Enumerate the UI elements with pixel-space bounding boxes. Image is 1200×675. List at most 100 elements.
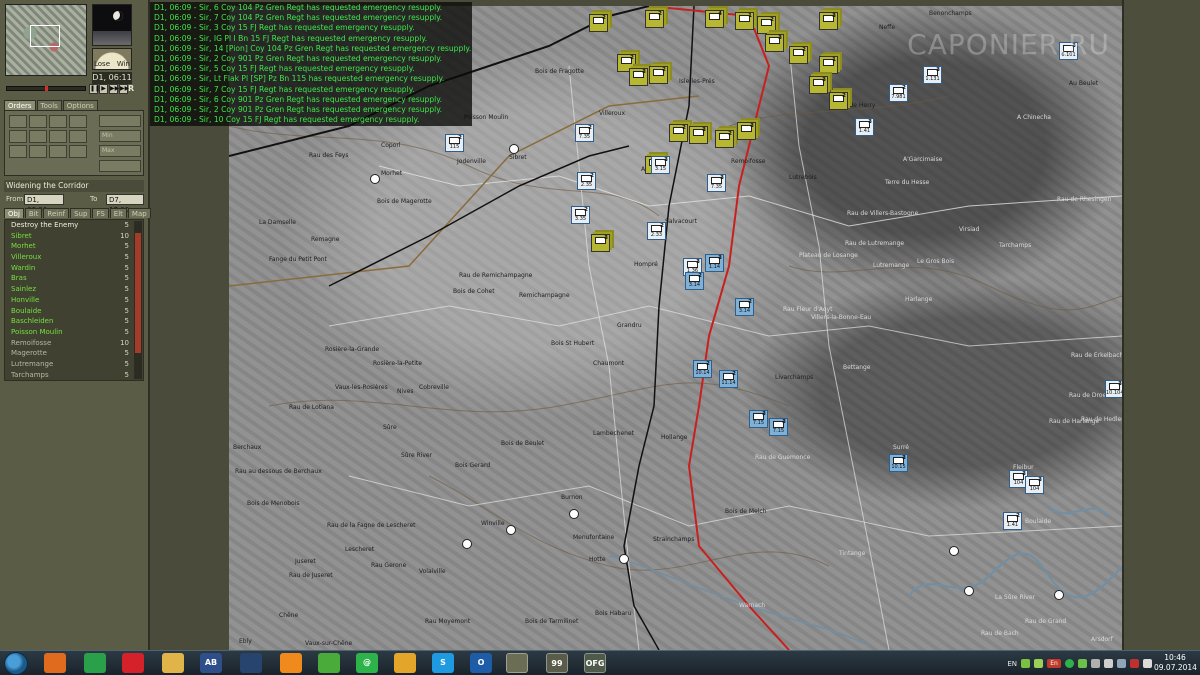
objective-row[interactable]: Lutremange 5 <box>5 359 143 370</box>
order-button[interactable] <box>9 115 27 128</box>
objective-row[interactable]: Bras 5 <box>5 273 143 284</box>
german-unit-counter[interactable]: 2 <box>645 10 664 28</box>
order-field[interactable] <box>99 115 141 127</box>
order-button[interactable] <box>29 115 47 128</box>
objective-row[interactable]: Sainlez 5 <box>5 284 143 295</box>
system-clock[interactable]: 10:46 09.07.2014 <box>1154 653 1197 673</box>
tab-elt[interactable]: Elt <box>109 208 127 218</box>
ofg-icon[interactable]: OFG <box>584 653 606 673</box>
us-unit-counter[interactable]: 3 1.14 <box>705 254 724 272</box>
us-unit-counter[interactable]: 3 7.15 <box>769 418 788 436</box>
time-slider-marker[interactable] <box>45 86 48 91</box>
app-icon[interactable]: 99 <box>546 653 568 673</box>
tab-reinf[interactable]: Reinf <box>43 208 70 218</box>
us-unit-counter[interactable]: 2 115 <box>445 134 464 152</box>
order-button[interactable] <box>29 130 47 143</box>
tab-map[interactable]: Map <box>127 208 151 218</box>
chrome-icon[interactable] <box>84 653 106 673</box>
time-slider[interactable] <box>6 86 86 91</box>
language-bar[interactable]: En <box>1047 659 1061 668</box>
outlook-icon[interactable]: O <box>470 653 492 673</box>
objective-row[interactable]: Baschleiden 5 <box>5 316 143 327</box>
max-field[interactable]: Max <box>99 145 141 157</box>
minimap[interactable] <box>5 4 87 76</box>
order-button[interactable] <box>69 115 87 128</box>
tab-tools[interactable]: Tools <box>36 100 62 110</box>
objectives-scrollbar[interactable] <box>134 221 142 379</box>
start-button[interactable] <box>4 652 28 675</box>
german-unit-counter[interactable]: 1 <box>819 56 838 74</box>
save-icon[interactable] <box>240 653 262 673</box>
disconnected-icon[interactable] <box>1130 659 1139 668</box>
objective-row[interactable]: Sibret 10 <box>5 231 143 242</box>
volume-icon[interactable] <box>1143 659 1152 668</box>
hq-marker[interactable] <box>619 554 629 564</box>
flag-icon[interactable] <box>1104 659 1113 668</box>
german-unit-counter[interactable]: 2 <box>789 46 808 64</box>
supply-point-marker[interactable] <box>509 144 519 154</box>
us-unit-counter[interactable]: 3 1.131 <box>923 66 942 84</box>
skype-icon[interactable]: S <box>432 653 454 673</box>
play-button[interactable]: ▶ <box>99 84 108 94</box>
language-indicator[interactable]: EN <box>1007 660 1017 668</box>
order-button[interactable] <box>29 145 47 158</box>
german-unit-counter[interactable]: 2 <box>669 124 688 142</box>
network-icon[interactable] <box>1021 659 1030 668</box>
us-unit-counter[interactable]: 2 3.14 <box>735 298 754 316</box>
replay-button[interactable]: R <box>128 84 138 94</box>
us-unit-counter[interactable]: 2 1.41 <box>1003 512 1022 530</box>
hq-marker[interactable] <box>964 586 974 596</box>
paint-icon[interactable] <box>394 653 416 673</box>
opera-icon[interactable] <box>122 653 144 673</box>
german-unit-counter[interactable]: 2 <box>589 14 608 32</box>
tab-orders[interactable]: Orders <box>4 100 36 110</box>
us-unit-counter[interactable]: 2 10.14 <box>693 360 712 378</box>
objective-row[interactable]: Remoifosse 10 <box>5 338 143 349</box>
tab-obj[interactable]: Obj <box>4 208 24 218</box>
order-field[interactable] <box>99 160 141 172</box>
us-unit-counter[interactable]: 3 104 <box>1025 476 1044 494</box>
objective-row[interactable]: Tarchamps 5 <box>5 370 143 380</box>
us-unit-counter[interactable]: 2 2.35 <box>577 172 596 190</box>
us-unit-counter[interactable]: 2 11.14 <box>719 370 738 388</box>
german-unit-counter[interactable]: 2 <box>829 92 848 110</box>
objective-row[interactable]: Poisson Moulin 5 <box>5 327 143 338</box>
tab-options[interactable]: Options <box>62 100 98 110</box>
german-unit-counter[interactable]: 3 <box>765 34 784 52</box>
hq-marker[interactable] <box>506 525 516 535</box>
fastest-button[interactable]: ▶▶ <box>119 84 129 94</box>
hq-marker[interactable] <box>949 546 959 556</box>
objective-row[interactable]: Wardin 5 <box>5 263 143 274</box>
us-unit-counter[interactable]: 2 3.35 <box>571 206 590 224</box>
order-button[interactable] <box>49 130 67 143</box>
german-unit-counter[interactable]: 4 <box>705 10 724 28</box>
objective-row[interactable]: Destroy the Enemy 5 <box>5 220 143 231</box>
german-unit-counter[interactable]: 3 <box>809 76 828 94</box>
hq-marker[interactable] <box>569 509 579 519</box>
supply-point-marker[interactable] <box>370 174 380 184</box>
objective-row[interactable]: Honville 5 <box>5 295 143 306</box>
scroll-thumb[interactable] <box>135 233 141 353</box>
us-unit-counter[interactable]: 3 10.104 <box>1105 380 1122 398</box>
us-unit-counter[interactable]: 3 7.35 <box>707 174 726 192</box>
pause-button[interactable]: ❚❚ <box>89 84 100 94</box>
tab-bit[interactable]: Bit <box>24 208 43 218</box>
firefox-icon[interactable] <box>44 653 66 673</box>
app-tray-icon[interactable] <box>1034 659 1043 668</box>
mail-icon[interactable]: @ <box>356 653 378 673</box>
order-button[interactable] <box>9 130 27 143</box>
german-unit-counter[interactable]: 1 <box>735 12 754 30</box>
german-unit-counter[interactable]: 2 <box>649 66 668 84</box>
vlc-icon[interactable] <box>280 653 302 673</box>
tray-icon[interactable] <box>1091 659 1100 668</box>
display-icon[interactable] <box>1117 659 1126 668</box>
minimap-view-frame[interactable] <box>30 25 60 47</box>
objective-row[interactable]: Morhet 5 <box>5 241 143 252</box>
us-unit-counter[interactable]: 2 2.33 <box>647 222 666 240</box>
order-button[interactable] <box>9 145 27 158</box>
german-unit-counter[interactable]: 3 <box>689 126 708 144</box>
folder-icon[interactable] <box>162 653 184 673</box>
us-unit-counter[interactable]: 3 10.15 <box>889 454 908 472</box>
tab-fs[interactable]: FS <box>92 208 109 218</box>
order-button[interactable] <box>49 115 67 128</box>
